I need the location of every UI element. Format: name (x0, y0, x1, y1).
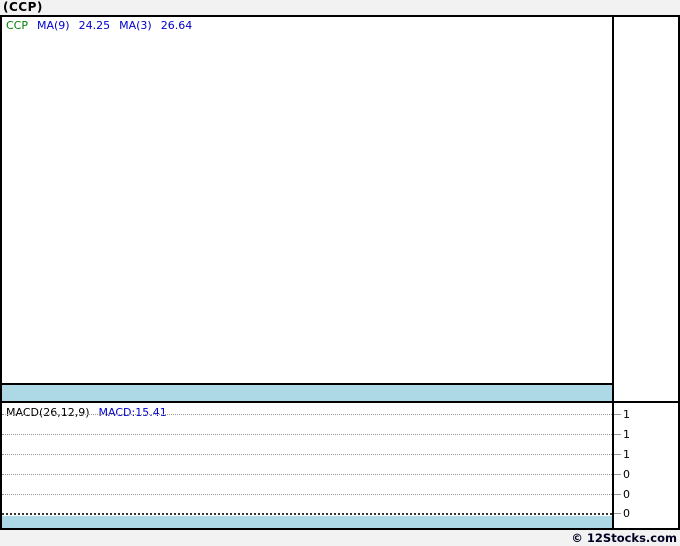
macd-gridline (2, 494, 612, 495)
page-title: (CCP) (3, 0, 43, 14)
right-axis-divider (612, 17, 614, 528)
collapsed-band-lower (2, 516, 612, 528)
macd-panel-legend: MACD(26,12,9) MACD:15.41 (6, 406, 167, 419)
macd-tick-label: 0 (623, 507, 630, 520)
symbol-label: CCP (6, 19, 28, 32)
macd-tick-mark (614, 414, 621, 415)
macd-gridline (2, 414, 612, 415)
price-panel-legend: CCP MA(9) 24.25 MA(3) 26.64 (6, 19, 192, 32)
macd-zero-gridline (2, 513, 612, 515)
macd-indicator-label: MACD(26,12,9) (6, 406, 90, 419)
macd-tick-mark (614, 474, 621, 475)
macd-tick-label: 1 (623, 448, 630, 461)
ma3-label: MA(3) (119, 19, 152, 32)
macd-tick-mark (614, 494, 621, 495)
macd-gridline (2, 474, 612, 475)
chart-frame: CCP MA(9) 24.25 MA(3) 26.64 MACD(26,12,9) MAC… (0, 15, 680, 530)
macd-tick-label: 0 (623, 488, 630, 501)
macd-value-label: MACD:15.41 (98, 406, 167, 419)
macd-gridline (2, 454, 612, 455)
macd-tick-mark (614, 434, 621, 435)
macd-tick-mark (614, 513, 621, 514)
macd-tick-label: 1 (623, 428, 630, 441)
macd-tick-mark (614, 454, 621, 455)
macd-tick-label: 1 (623, 408, 630, 421)
ma9-value: 24.25 (78, 19, 111, 32)
macd-gridline (2, 434, 612, 435)
collapsed-band-upper (2, 385, 612, 401)
macd-panel-top-border (2, 401, 678, 403)
stock-chart-page: (CCP) CCP MA(9) 24.25 MA(3) 26.64 MACD(26,12… (0, 0, 680, 546)
ma9-label: MA(9) (37, 19, 70, 32)
copyright-link[interactable]: © 12Stocks.com (571, 531, 677, 545)
ma3-value: 26.64 (160, 19, 193, 32)
macd-tick-label: 0 (623, 468, 630, 481)
